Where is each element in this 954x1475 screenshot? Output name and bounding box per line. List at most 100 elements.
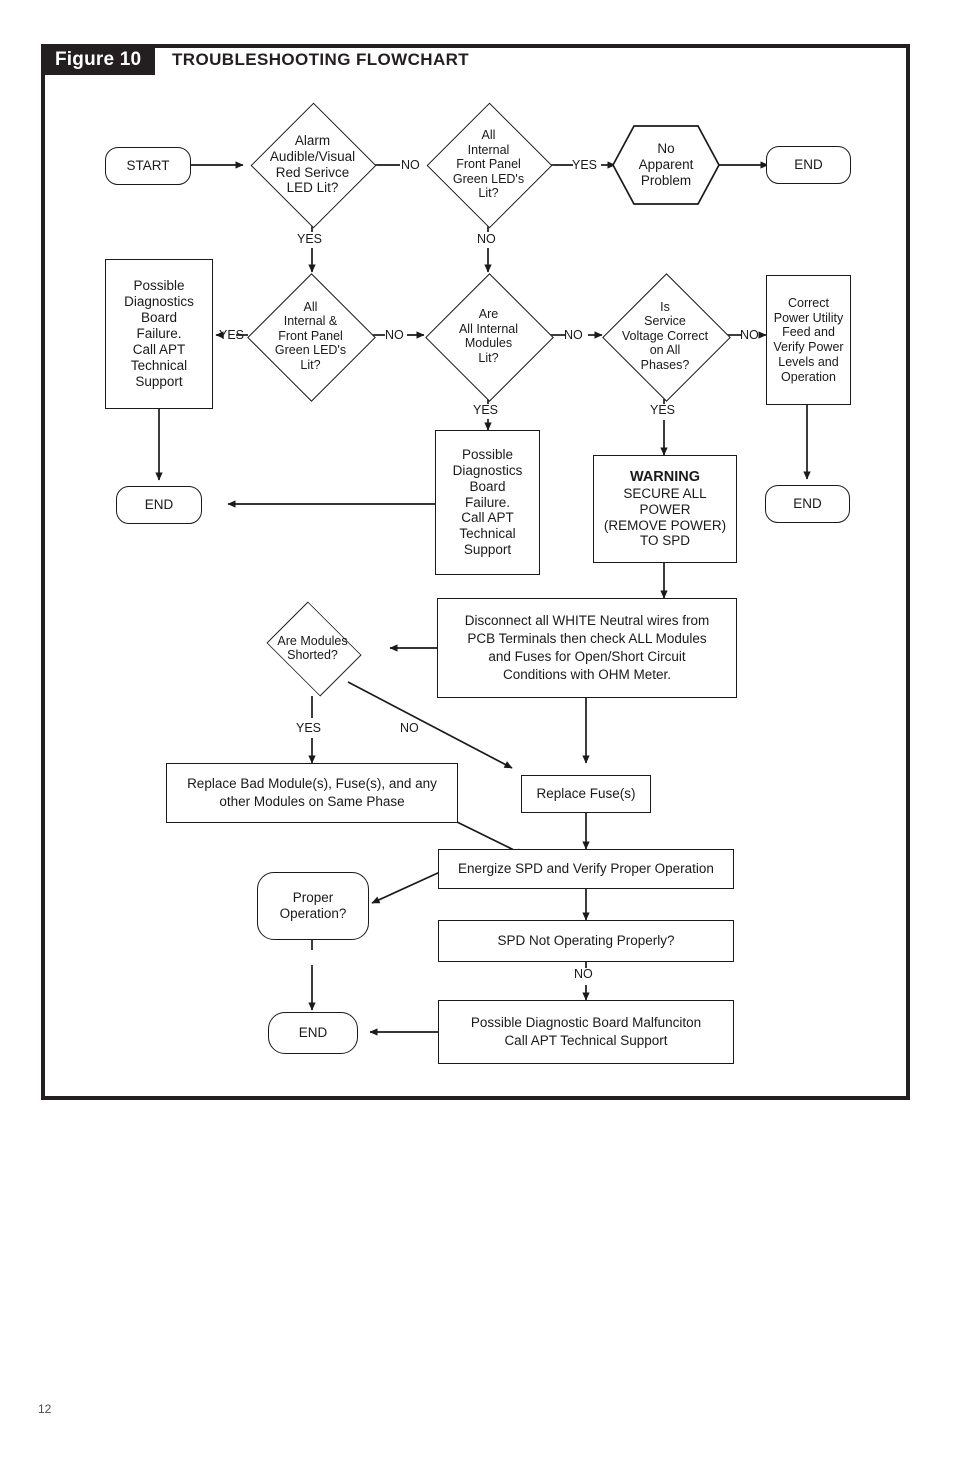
node-end-right-label: END [793, 496, 822, 512]
node-all-modules-lit-line1: Are [478, 307, 499, 321]
node-proper-operation-line1: Proper [292, 890, 334, 906]
node-diagnostics-failure-left[interactable]: Possible Diagnostics Board Failure. Call… [105, 259, 213, 409]
node-end-right[interactable]: END [765, 485, 850, 523]
node-all-internal-front-line2: Internal & [283, 314, 338, 329]
node-alarm-lit-line3: Red Serivce [275, 164, 350, 180]
node-diagnostics-failure-mid-line3: Board [469, 478, 506, 494]
figure-badge-label: Figure 10 [55, 48, 142, 70]
node-all-modules-lit-line4: Lit? [478, 350, 499, 365]
node-warning-line2: SECURE ALL [623, 485, 707, 501]
node-no-apparent-problem[interactable]: No Apparent Problem [612, 125, 720, 205]
node-all-front-leds-line5: Lit? [478, 186, 499, 201]
node-diagnostics-failure-mid-line4: Failure. [464, 494, 510, 510]
edge-label-alarm-yes: YES [297, 232, 323, 246]
node-all-internal-front[interactable]: All Internal & Front Panel Green LED's L… [247, 272, 376, 402]
node-correct-power-utility-line1: Correct [788, 295, 829, 310]
node-all-modules-lit[interactable]: Are All Internal Modules Lit? [425, 272, 554, 402]
node-disconnect-line4: Conditions with OHM Meter. [502, 666, 672, 682]
node-proper-operation-line2: Operation? [279, 906, 347, 921]
node-no-apparent-problem-line1: No [657, 140, 675, 156]
edge-label-intfront-yes: YES [219, 328, 245, 342]
node-spd-not-operating-label: SPD Not Operating Properly? [497, 933, 675, 949]
node-replace-fuses-label: Replace Fuse(s) [536, 786, 636, 802]
edge-label-frontled-yes: YES [572, 158, 598, 172]
node-warning-heading: WARNING [629, 468, 701, 485]
node-service-voltage-line3: Voltage Correct [621, 328, 709, 343]
node-diagnostic-malfunction-line1: Possible Diagnostic Board Malfunciton [470, 1014, 702, 1030]
node-all-internal-front-line4: Green LED's [274, 343, 347, 358]
node-modules-shorted-line2: Shorted? [287, 648, 338, 662]
node-replace-bad-modules-line2: other Modules on Same Phase [219, 794, 405, 809]
node-no-apparent-problem-line2: Apparent [638, 156, 694, 172]
node-correct-power-utility-line3: Feed and [782, 325, 835, 340]
edge-label-shorted-no: NO [400, 721, 419, 735]
edge-label-spd-no: NO [574, 967, 593, 981]
page-number: 12 [38, 1402, 52, 1416]
node-end-left[interactable]: END [116, 486, 202, 524]
node-all-front-leds-line2: Internal [467, 142, 510, 157]
edge-label-intfront-no: NO [385, 328, 404, 342]
node-diagnostics-failure-mid-line1: Possible [461, 446, 514, 462]
node-correct-power-utility-line2: Power Utility [773, 310, 844, 325]
node-all-front-leds-line3: Front Panel [456, 157, 521, 172]
node-warning-line5: TO SPD [639, 533, 690, 549]
node-modules-shorted[interactable]: Are Modules Shorted? [250, 600, 375, 697]
node-diagnostics-failure-mid[interactable]: Possible Diagnostics Board Failure. Call… [435, 430, 540, 575]
node-end-top[interactable]: END [766, 146, 851, 184]
figure-badge: Figure 10 [41, 44, 156, 75]
node-proper-operation[interactable]: Proper Operation? [257, 872, 369, 940]
node-diagnostics-failure-mid-line6: Technical [459, 526, 516, 542]
edge-label-volt-yes: YES [650, 403, 676, 417]
node-diagnostics-failure-mid-line5: Call APT [461, 510, 514, 526]
node-diagnostics-failure-mid-line7: Support [463, 542, 512, 558]
node-end-bottom[interactable]: END [268, 1012, 358, 1054]
node-service-voltage-line2: Service [644, 314, 686, 329]
node-service-voltage-line5: Phases? [640, 357, 690, 372]
node-replace-fuses[interactable]: Replace Fuse(s) [521, 775, 651, 813]
node-diagnostics-failure-left-line7: Support [135, 373, 183, 389]
node-end-top-label: END [794, 157, 823, 173]
node-all-modules-lit-line3: Modules [464, 336, 513, 350]
node-all-front-leds[interactable]: All Internal Front Panel Green LED's Lit… [426, 102, 553, 229]
node-alarm-lit-line4: LED Lit? [286, 180, 339, 196]
node-diagnostics-failure-left-line3: Board [140, 310, 178, 326]
node-spd-not-operating[interactable]: SPD Not Operating Properly? [438, 920, 734, 962]
figure-title: TROUBLESHOOTING FLOWCHART [172, 49, 470, 69]
node-diagnostics-failure-left-line2: Diagnostics [124, 294, 194, 310]
edge-label-shorted-yes: YES [296, 721, 322, 735]
node-modules-shorted-line1: Are Modules [277, 633, 348, 648]
node-service-voltage-line4: on All [649, 343, 681, 358]
node-end-bottom-label: END [298, 1025, 328, 1041]
node-correct-power-utility[interactable]: Correct Power Utility Feed and Verify Po… [766, 275, 851, 405]
node-diagnostic-malfunction-line2: Call APT Technical Support [504, 1033, 668, 1048]
edge-label-alarm-no: NO [401, 158, 420, 172]
node-disconnect-instructions[interactable]: Disconnect all WHITE Neutral wires from … [437, 598, 737, 698]
node-start-label: START [126, 158, 170, 174]
node-disconnect-line3: and Fuses for Open/Short Circuit [488, 649, 686, 664]
node-diagnostics-failure-left-line5: Call APT [132, 341, 186, 357]
node-disconnect-line1: Disconnect all WHITE Neutral wires from [464, 613, 710, 629]
node-all-modules-lit-line2: All Internal [458, 321, 519, 336]
edge-label-volt-no: NO [740, 328, 759, 342]
node-service-voltage-line1: Is [660, 299, 670, 314]
node-energize-spd[interactable]: Energize SPD and Verify Proper Operation [438, 849, 734, 889]
edge-label-frontled-no: NO [477, 232, 496, 246]
node-diagnostics-failure-left-line4: Failure. [136, 326, 182, 342]
node-no-apparent-problem-line3: Problem [640, 173, 692, 189]
node-correct-power-utility-line4: Verify Power [773, 340, 844, 354]
node-end-left-label: END [144, 497, 174, 513]
node-alarm-lit[interactable]: Alarm Audible/Visual Red Serivce LED Lit… [250, 102, 377, 229]
node-warning-line4: (REMOVE POWER) [603, 517, 727, 533]
node-replace-bad-modules[interactable]: Replace Bad Module(s), Fuse(s), and any … [166, 763, 458, 823]
node-warning-line3: POWER [639, 501, 691, 517]
node-all-internal-front-line1: All [303, 299, 318, 314]
edge-label-modules-no: NO [564, 328, 583, 342]
node-alarm-lit-line2: Audible/Visual [269, 148, 356, 164]
node-diagnostic-malfunction[interactable]: Possible Diagnostic Board Malfunciton Ca… [438, 1000, 734, 1064]
node-service-voltage[interactable]: Is Service Voltage Correct on All Phases… [601, 272, 731, 402]
node-all-internal-front-line3: Front Panel [278, 328, 343, 343]
node-warning[interactable]: WARNING SECURE ALL POWER (REMOVE POWER) … [593, 455, 737, 563]
node-start[interactable]: START [105, 147, 191, 185]
node-all-internal-front-line5: Lit? [300, 357, 321, 372]
node-correct-power-utility-line6: Operation [781, 369, 836, 384]
